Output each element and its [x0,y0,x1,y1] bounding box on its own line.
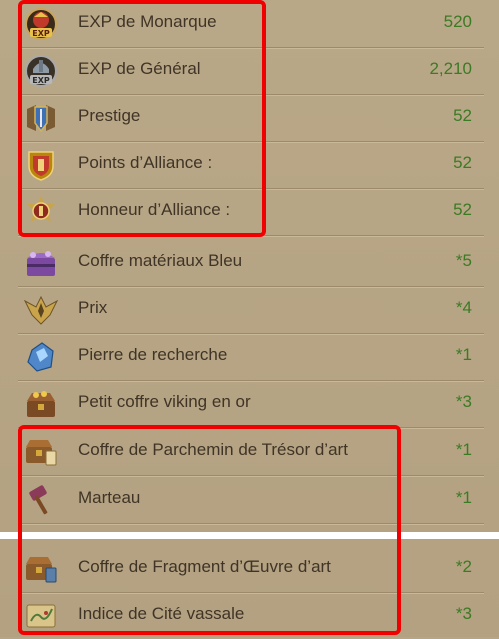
reward-list-panel: EXP EXP de Monarque 520 EXP EXP de Génér… [0,0,499,637]
reward-value: 2,210 [429,59,472,78]
blue-material-chest-icon [24,246,58,280]
reward-value: 52 [453,153,472,172]
reward-value: 520 [443,12,472,31]
reward-value: 52 [453,106,472,125]
reward-row-research-stone: Pierre de recherche *1 [18,333,484,381]
viking-gold-chest-icon [24,387,58,421]
prize-emblem-icon [24,293,58,327]
reward-row-blue-material-chest: Coffre matériaux Bleu *5 [18,239,484,287]
reward-row-prize: Prix *4 [18,286,484,334]
reward-value: *5 [455,251,472,270]
research-stone-icon [24,340,58,374]
reward-label: Petit coffre viking en or [78,392,251,411]
reward-value: *3 [455,604,472,623]
reward-value: *1 [455,345,472,364]
reward-row-viking-gold-chest: Petit coffre viking en or *3 [18,380,484,428]
reward-label: Prix [78,298,108,317]
reward-value: *1 [455,488,472,507]
reward-value: *3 [455,392,472,411]
reward-label: Pierre de recherche [78,345,228,364]
reward-value: *2 [455,557,472,576]
highlight-box-bottom [18,425,401,635]
reward-value: *1 [455,440,472,459]
reward-label: Coffre matériaux Bleu [78,251,243,270]
reward-value: *4 [455,298,472,317]
highlight-box-top [18,0,266,237]
reward-value: 52 [453,200,472,219]
